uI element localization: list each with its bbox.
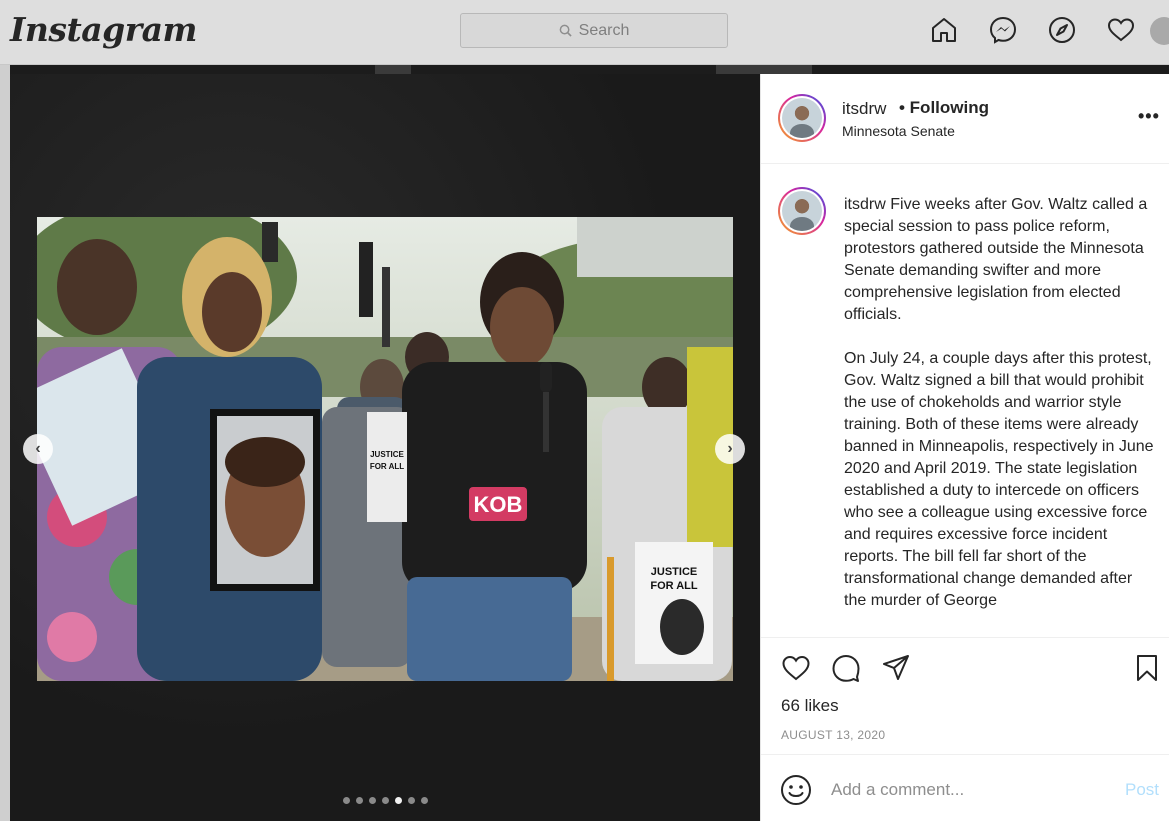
post-date: AUGUST 13, 2020: [781, 728, 886, 742]
author-username[interactable]: itsdrw: [842, 99, 886, 119]
emoji-icon[interactable]: [779, 773, 813, 807]
instagram-logo[interactable]: Instagram: [10, 10, 197, 49]
post-details-panel: itsdrw • Following Minnesota Senate ••• …: [760, 74, 1169, 821]
comment-button[interactable]: [829, 651, 863, 685]
home-icon[interactable]: [928, 14, 960, 46]
explore-icon[interactable]: [1046, 14, 1078, 46]
bookmark-icon: [1137, 655, 1157, 681]
background-feed: [0, 65, 10, 821]
post-location[interactable]: Minnesota Senate: [842, 123, 955, 139]
top-navbar: Instagram Search: [0, 0, 1169, 65]
caption-avatar[interactable]: [778, 187, 826, 235]
caption-paragraph: On July 24, a couple days after this pro…: [844, 350, 1154, 609]
following-status[interactable]: • Following: [899, 98, 989, 118]
background-thumbnail: [10, 65, 375, 74]
comment-input[interactable]: [831, 777, 1111, 803]
background-thumbnail: [812, 65, 1169, 74]
more-options-button[interactable]: •••: [1138, 106, 1160, 127]
svg-text:FOR ALL: FOR ALL: [370, 462, 404, 471]
post-actions: 66 likes AUGUST 13, 2020: [761, 637, 1169, 754]
paper-plane-icon: [883, 655, 909, 680]
post-photo[interactable]: KOB JUSTICE FOR ALL JUSTICE FOR ALL: [37, 217, 733, 681]
search-box[interactable]: Search: [460, 13, 728, 48]
shirt-text: KOB: [474, 492, 523, 517]
carousel-dot: [421, 797, 428, 804]
carousel-prev-button[interactable]: ‹: [23, 434, 53, 464]
comment-box: Post: [761, 754, 1169, 821]
save-button[interactable]: [1130, 651, 1164, 685]
caption-paragraph: Five weeks after Gov. Waltz called a spe…: [844, 196, 1148, 323]
svg-text:JUSTICE: JUSTICE: [370, 450, 404, 459]
heart-icon: [782, 655, 810, 681]
background-thumbnail: [411, 65, 716, 74]
profile-avatar[interactable]: [1150, 17, 1169, 45]
post-media: KOB JUSTICE FOR ALL JUSTICE FOR ALL ‹ ›: [10, 74, 760, 821]
author-avatar[interactable]: [778, 94, 826, 142]
activity-heart-icon[interactable]: [1105, 14, 1137, 46]
like-button[interactable]: [779, 651, 813, 685]
carousel-dot: [382, 797, 389, 804]
messenger-icon[interactable]: [987, 14, 1019, 46]
carousel-dot: [356, 797, 363, 804]
caption-text: itsdrw Five weeks after Gov. Waltz calle…: [844, 194, 1154, 634]
carousel-dot: [408, 797, 415, 804]
carousel-dot: [369, 797, 376, 804]
caption-section: itsdrw Five weeks after Gov. Waltz calle…: [761, 165, 1169, 637]
comment-icon: [832, 655, 860, 682]
svg-text:FOR ALL: FOR ALL: [650, 580, 698, 592]
likes-count[interactable]: 66 likes: [781, 696, 839, 716]
carousel-dot-active: [395, 797, 402, 804]
carousel-next-button[interactable]: ›: [715, 434, 745, 464]
carousel-dot: [343, 797, 350, 804]
search-placeholder: Search: [578, 21, 630, 39]
share-button[interactable]: [879, 651, 913, 685]
search-icon: [559, 24, 572, 37]
post-comment-button[interactable]: Post: [1125, 780, 1159, 800]
carousel-indicator: [343, 797, 428, 804]
post-header: itsdrw • Following Minnesota Senate •••: [761, 74, 1169, 164]
caption-username[interactable]: itsdrw: [844, 196, 886, 213]
svg-text:JUSTICE: JUSTICE: [651, 566, 697, 578]
